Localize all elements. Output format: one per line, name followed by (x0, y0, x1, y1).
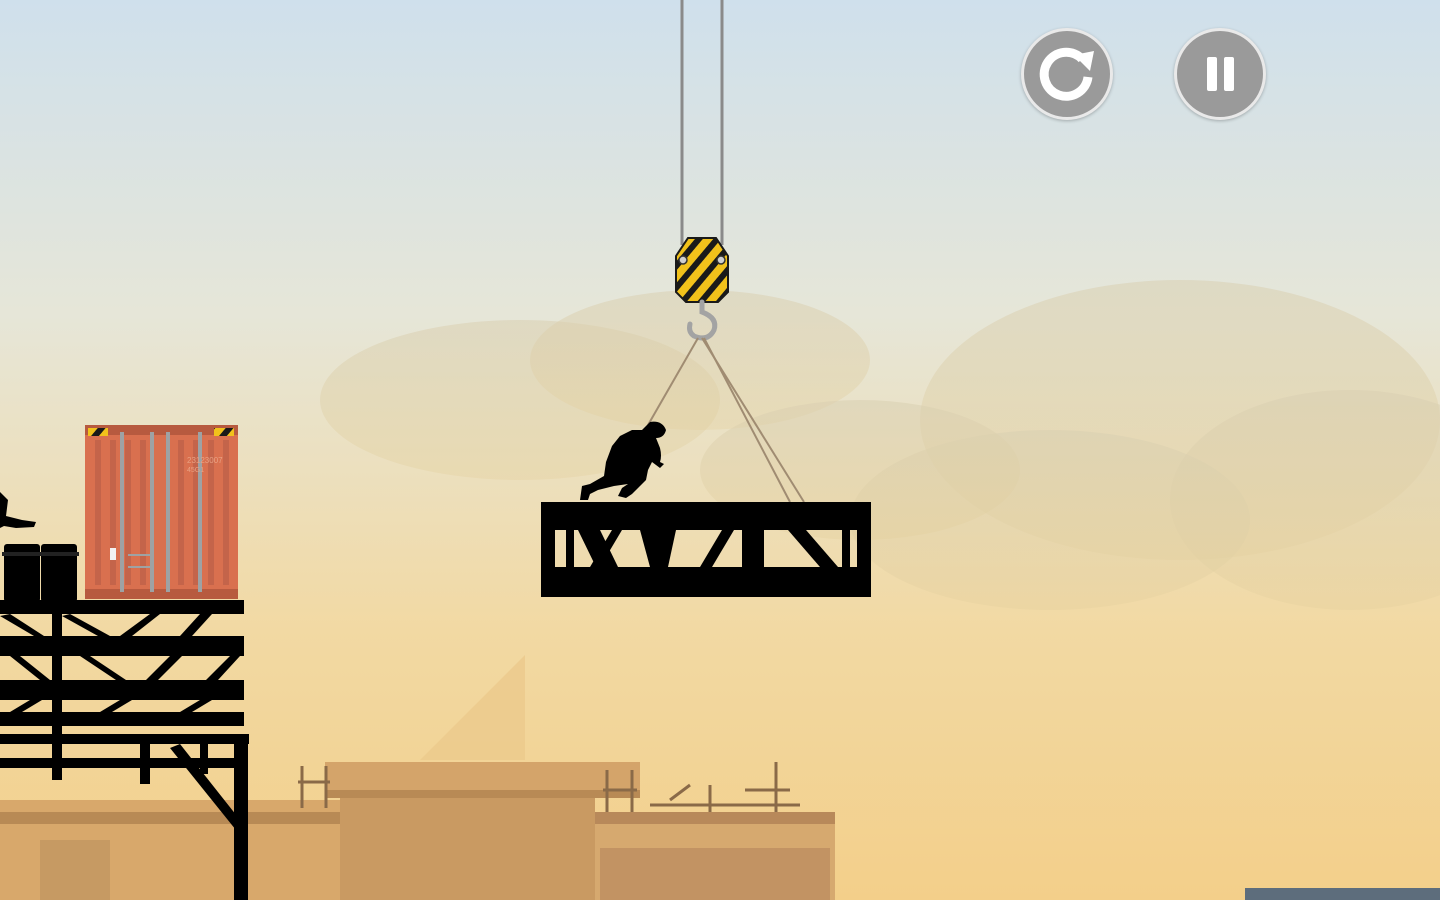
container-subcode: 45G1 (187, 467, 204, 474)
shipping-container: 23123007 45G1 (85, 425, 238, 599)
restart-icon (1039, 47, 1094, 101)
game-scene: 23123007 45G1 (0, 0, 1440, 900)
container-code: 23123007 (187, 456, 223, 465)
game-canvas: 23123007 45G1 (0, 0, 1440, 900)
pause-icon (1207, 57, 1234, 91)
pause-button[interactable] (1174, 28, 1266, 120)
restart-button[interactable] (1021, 28, 1113, 120)
